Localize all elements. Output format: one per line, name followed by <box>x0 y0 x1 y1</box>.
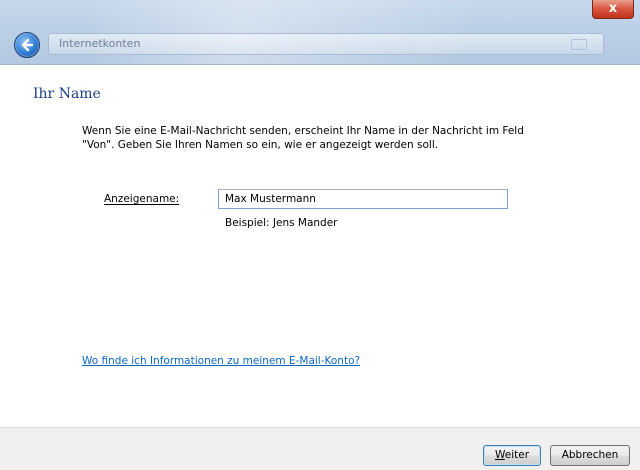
next-button[interactable]: Weiter <box>483 445 541 466</box>
next-button-accelerator: W <box>494 449 505 461</box>
close-button[interactable]: x <box>592 0 634 19</box>
description-line-2: "Von". Geben Sie Ihren Namen so ein, wie… <box>82 139 439 151</box>
footer-bar: Weiter Abbrechen <box>0 427 640 470</box>
back-arrow-icon <box>21 38 34 52</box>
window-title: Internetkonten <box>59 37 141 50</box>
example-hint: Beispiel: Jens Mander <box>225 217 338 229</box>
back-button[interactable] <box>14 32 40 58</box>
wizard-window: x Internetkonten Ihr Name Wenn Sie eine … <box>0 0 640 470</box>
display-name-input[interactable] <box>218 189 508 209</box>
cancel-button[interactable]: Abbrechen <box>550 445 630 466</box>
title-bar: x Internetkonten <box>0 0 640 65</box>
window-title-field: Internetkonten <box>48 33 604 55</box>
title-field-decoration <box>571 39 587 50</box>
close-icon: x <box>608 1 618 16</box>
page-heading: Ihr Name <box>33 86 101 102</box>
help-link-email-account[interactable]: Wo finde ich Informationen zu meinem E-M… <box>82 355 360 367</box>
next-button-label: eiter <box>504 449 530 461</box>
display-name-label: Anzeigename: <box>104 193 180 205</box>
description-line-1: Wenn Sie eine E-Mail-Nachricht senden, e… <box>82 125 524 137</box>
page-description: Wenn Sie eine E-Mail-Nachricht senden, e… <box>82 124 562 152</box>
